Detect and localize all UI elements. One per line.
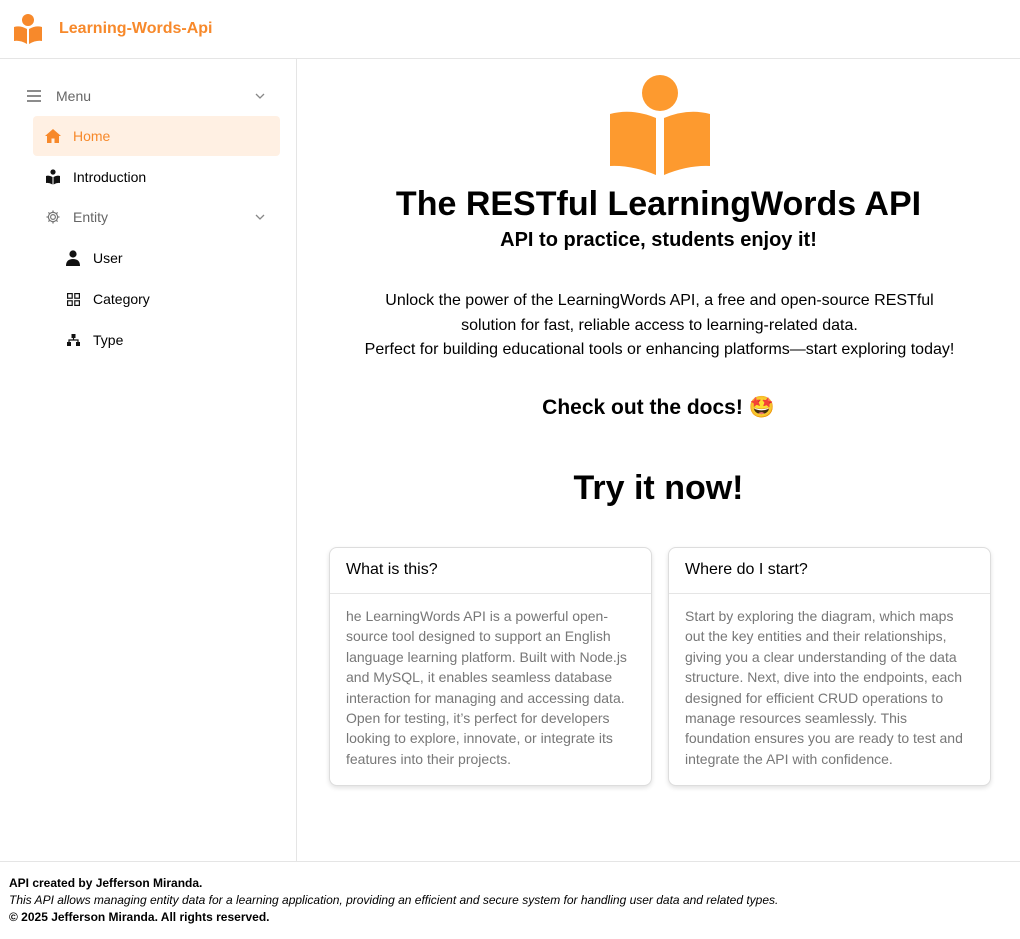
docs-link[interactable]: Check out the docs! 🤩 (297, 396, 1020, 420)
sidebar-item-label: User (93, 250, 123, 266)
description: Unlock the power of the LearningWords AP… (337, 289, 982, 363)
description-line: Unlock the power of the LearningWords AP… (385, 292, 934, 309)
info-card-what: What is this? he LearningWords API is a … (329, 547, 652, 786)
info-card-start: Where do I start? Start by exploring the… (668, 547, 991, 786)
sidebar-item-entity[interactable]: Entity (45, 207, 266, 227)
sidebar-item-label: Introduction (73, 169, 147, 185)
card-title: What is this? (330, 548, 651, 594)
reader-icon[interactable] (12, 13, 44, 45)
description-line: solution for fast, reliable access to le… (461, 316, 858, 334)
card-body: Start by exploring the diagram, which ma… (685, 608, 963, 767)
sidebar-item-home[interactable]: Home (33, 116, 280, 156)
sidebar-item-label: Home (73, 128, 111, 144)
sidebar-item-category[interactable]: Category (65, 289, 150, 309)
card-body: he LearningWords API is a powerful open-… (346, 608, 627, 767)
page-title: The RESTful LearningWords API (395, 185, 922, 223)
hamburger-icon (26, 88, 42, 104)
chevron-down-icon (255, 214, 265, 220)
reader-icon (45, 169, 61, 185)
sidebar: Menu Home Introduction Entity User Categ… (0, 59, 297, 861)
user-icon (65, 250, 81, 266)
sidebar-item-user[interactable]: User (65, 248, 123, 268)
menu-toggle[interactable]: Menu (26, 86, 266, 106)
chevron-down-icon (255, 93, 265, 99)
page-subtitle: API to practice, students enjoy it! (500, 229, 817, 251)
home-icon (45, 128, 61, 144)
top-bar: Learning-Words-Api (0, 0, 1020, 59)
sidebar-item-type[interactable]: Type (65, 330, 123, 350)
sidebar-item-label: Type (93, 332, 124, 348)
gear-icon (45, 209, 61, 225)
menu-label: Menu (56, 88, 92, 104)
grid-icon (65, 291, 81, 307)
footer-credit: API created by Jefferson Miranda. (9, 876, 203, 890)
brand-name[interactable]: Learning-Words-Api (59, 20, 212, 38)
hierarchy-icon (65, 332, 81, 348)
sidebar-item-label: Entity (73, 209, 109, 225)
description-line: Perfect for building educational tools o… (364, 341, 955, 358)
footer-copyright: © 2025 Jefferson Miranda. All rights res… (9, 910, 270, 924)
try-it-now-heading: Try it now! (573, 469, 744, 507)
sidebar-item-introduction[interactable]: Introduction (45, 167, 146, 187)
footer: API created by Jefferson Miranda. This A… (0, 861, 1020, 939)
sidebar-item-label: Category (93, 291, 150, 307)
reader-icon (610, 75, 710, 175)
main-content: The RESTful LearningWords API API to pra… (297, 59, 1020, 861)
card-title: Where do I start? (669, 548, 990, 594)
footer-description: This API allows managing entity data for… (9, 893, 779, 907)
